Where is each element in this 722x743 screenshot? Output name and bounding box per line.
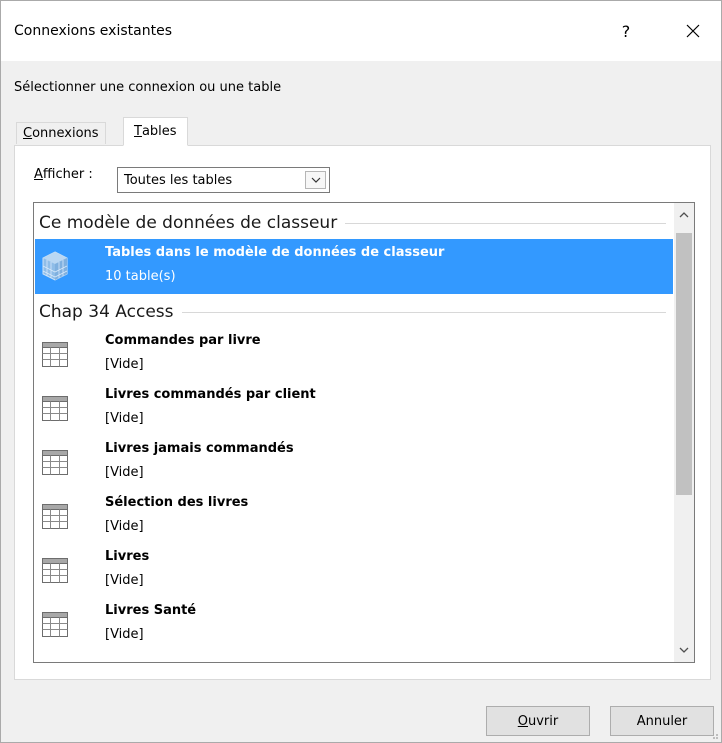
- group-header-workbook-model: Ce modèle de données de classeur: [39, 211, 672, 235]
- table-icon: [42, 612, 68, 637]
- resize-grip-icon[interactable]: [709, 730, 719, 740]
- list-item-table[interactable]: Commandes par livre [Vide]: [35, 327, 673, 382]
- tab-connexions-label: onnexions: [32, 126, 99, 141]
- list-item-detail: 10 table(s): [105, 269, 176, 284]
- list-item-name: Livres: [105, 549, 150, 564]
- list-item-detail: [Vide]: [105, 627, 144, 642]
- title-bar: Connexions existantes ?: [1, 1, 721, 61]
- table-icon: [42, 342, 68, 367]
- open-button-label: uvrir: [528, 713, 559, 729]
- table-icon: [42, 396, 68, 421]
- show-dropdown[interactable]: Toutes les tables: [117, 167, 330, 193]
- list-item-table[interactable]: Livres commandés par client [Vide]: [35, 381, 673, 436]
- show-label-accel: A: [34, 167, 43, 182]
- list-item-name: Livres jamais commandés: [105, 441, 294, 456]
- table-icon: [42, 450, 68, 475]
- help-icon: ?: [621, 21, 631, 41]
- chevron-down-icon: [679, 647, 689, 653]
- list-item-detail: [Vide]: [105, 357, 144, 372]
- data-model-cube-icon: [42, 251, 68, 281]
- list-item-detail: [Vide]: [105, 411, 144, 426]
- table-icon: [42, 558, 68, 583]
- tables-list-content: Ce modèle de données de classeur Tables …: [34, 203, 674, 662]
- group-divider: [345, 222, 666, 224]
- close-button[interactable]: [671, 11, 715, 51]
- scrollbar-thumb[interactable]: [676, 233, 692, 495]
- tab-tables-accel: T: [134, 124, 142, 139]
- list-item-name: Tables dans le modèle de données de clas…: [105, 245, 445, 260]
- list-item-data-model[interactable]: Tables dans le modèle de données de clas…: [35, 239, 673, 294]
- show-label-text: fficher :: [42, 167, 93, 182]
- cancel-button-label: Annuler: [636, 713, 688, 729]
- help-button[interactable]: ?: [606, 11, 646, 51]
- chevron-down-icon: [311, 177, 320, 183]
- group-header-label: Ce modèle de données de classeur: [39, 213, 338, 233]
- tab-tables-label: ables: [141, 124, 177, 139]
- table-icon: [42, 504, 68, 529]
- list-item-table[interactable]: Sélection des livres [Vide]: [35, 489, 673, 544]
- list-item-table[interactable]: Livres Santé [Vide]: [35, 597, 673, 652]
- open-button[interactable]: Ouvrir: [486, 706, 590, 736]
- tab-tables[interactable]: Tables: [123, 117, 188, 146]
- group-header-label: Chap 34 Access: [39, 302, 174, 322]
- dropdown-arrow-button[interactable]: [305, 171, 326, 189]
- list-item-name: Livres commandés par client: [105, 387, 316, 402]
- tab-connexions[interactable]: Connexions: [16, 122, 106, 144]
- list-item-detail: [Vide]: [105, 465, 144, 480]
- vertical-scrollbar[interactable]: [674, 203, 694, 662]
- prompt-text: Sélectionner une connexion ou une table: [14, 80, 282, 95]
- existing-connections-dialog: Connexions existantes ? Sélectionner une…: [0, 0, 722, 743]
- list-item-name: Commandes par livre: [105, 333, 261, 348]
- tables-list[interactable]: Ce modèle de données de classeur Tables …: [33, 202, 695, 663]
- tab-connexions-accel: C: [23, 126, 33, 141]
- list-item-detail: [Vide]: [105, 573, 144, 588]
- show-label: Afficher :: [34, 167, 93, 182]
- list-item-name: Sélection des livres: [105, 495, 249, 510]
- group-divider: [181, 311, 666, 313]
- window-title: Connexions existantes: [14, 23, 172, 39]
- cancel-button[interactable]: Annuler: [610, 706, 714, 736]
- chevron-up-icon: [679, 212, 689, 218]
- scroll-up-button[interactable]: [674, 203, 694, 227]
- list-item-detail: [Vide]: [105, 519, 144, 534]
- group-header-chap34-access: Chap 34 Access: [39, 300, 672, 324]
- show-dropdown-value: Toutes les tables: [124, 172, 233, 188]
- close-icon: [686, 24, 700, 38]
- list-item-table[interactable]: Livres [Vide]: [35, 543, 673, 598]
- open-button-accel: O: [517, 713, 528, 729]
- list-item-name: Livres Santé: [105, 603, 197, 618]
- list-item-table[interactable]: Livres jamais commandés [Vide]: [35, 435, 673, 490]
- scroll-down-button[interactable]: [674, 638, 694, 662]
